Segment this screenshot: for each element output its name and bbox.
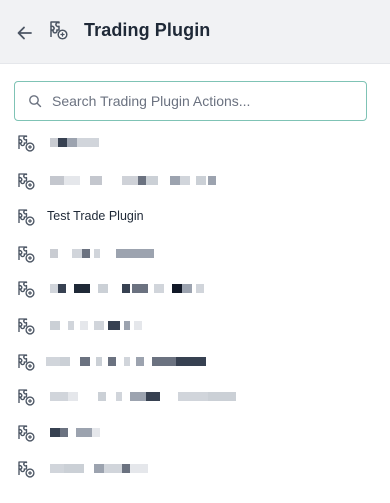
header: Trading Plugin [0, 0, 390, 64]
list-item[interactable]: Test Trade Plugin [0, 200, 370, 234]
list-item[interactable] [0, 272, 370, 306]
arrow-left-icon [17, 26, 32, 40]
puzzle-plugin-icon [18, 318, 35, 335]
puzzle-plugin-icon [18, 173, 35, 190]
list-item[interactable] [0, 237, 370, 271]
page-title: Trading Plugin [84, 20, 211, 40]
list-item[interactable] [0, 164, 370, 198]
puzzle-plugin-icon [18, 425, 35, 442]
puzzle-plugin-icon [18, 281, 35, 298]
puzzle-plugin-icon [18, 389, 35, 406]
list-item[interactable] [0, 452, 370, 486]
list-item[interactable] [0, 309, 370, 343]
list-item[interactable] [0, 345, 370, 379]
puzzle-plugin-icon [18, 246, 35, 263]
list-item[interactable] [0, 416, 370, 450]
search-input[interactable] [52, 93, 342, 109]
puzzle-plugin-icon [18, 135, 35, 152]
back-button[interactable] [14, 22, 36, 44]
list-item[interactable] [0, 126, 370, 160]
puzzle-plugin-icon [18, 461, 35, 478]
list-item[interactable] [0, 380, 370, 414]
puzzle-plugin-icon [50, 21, 68, 40]
search-icon [29, 95, 42, 108]
puzzle-plugin-icon [18, 209, 35, 226]
action-label: Test Trade Plugin [47, 209, 144, 223]
search-box[interactable] [14, 81, 367, 121]
puzzle-plugin-icon [18, 354, 35, 371]
